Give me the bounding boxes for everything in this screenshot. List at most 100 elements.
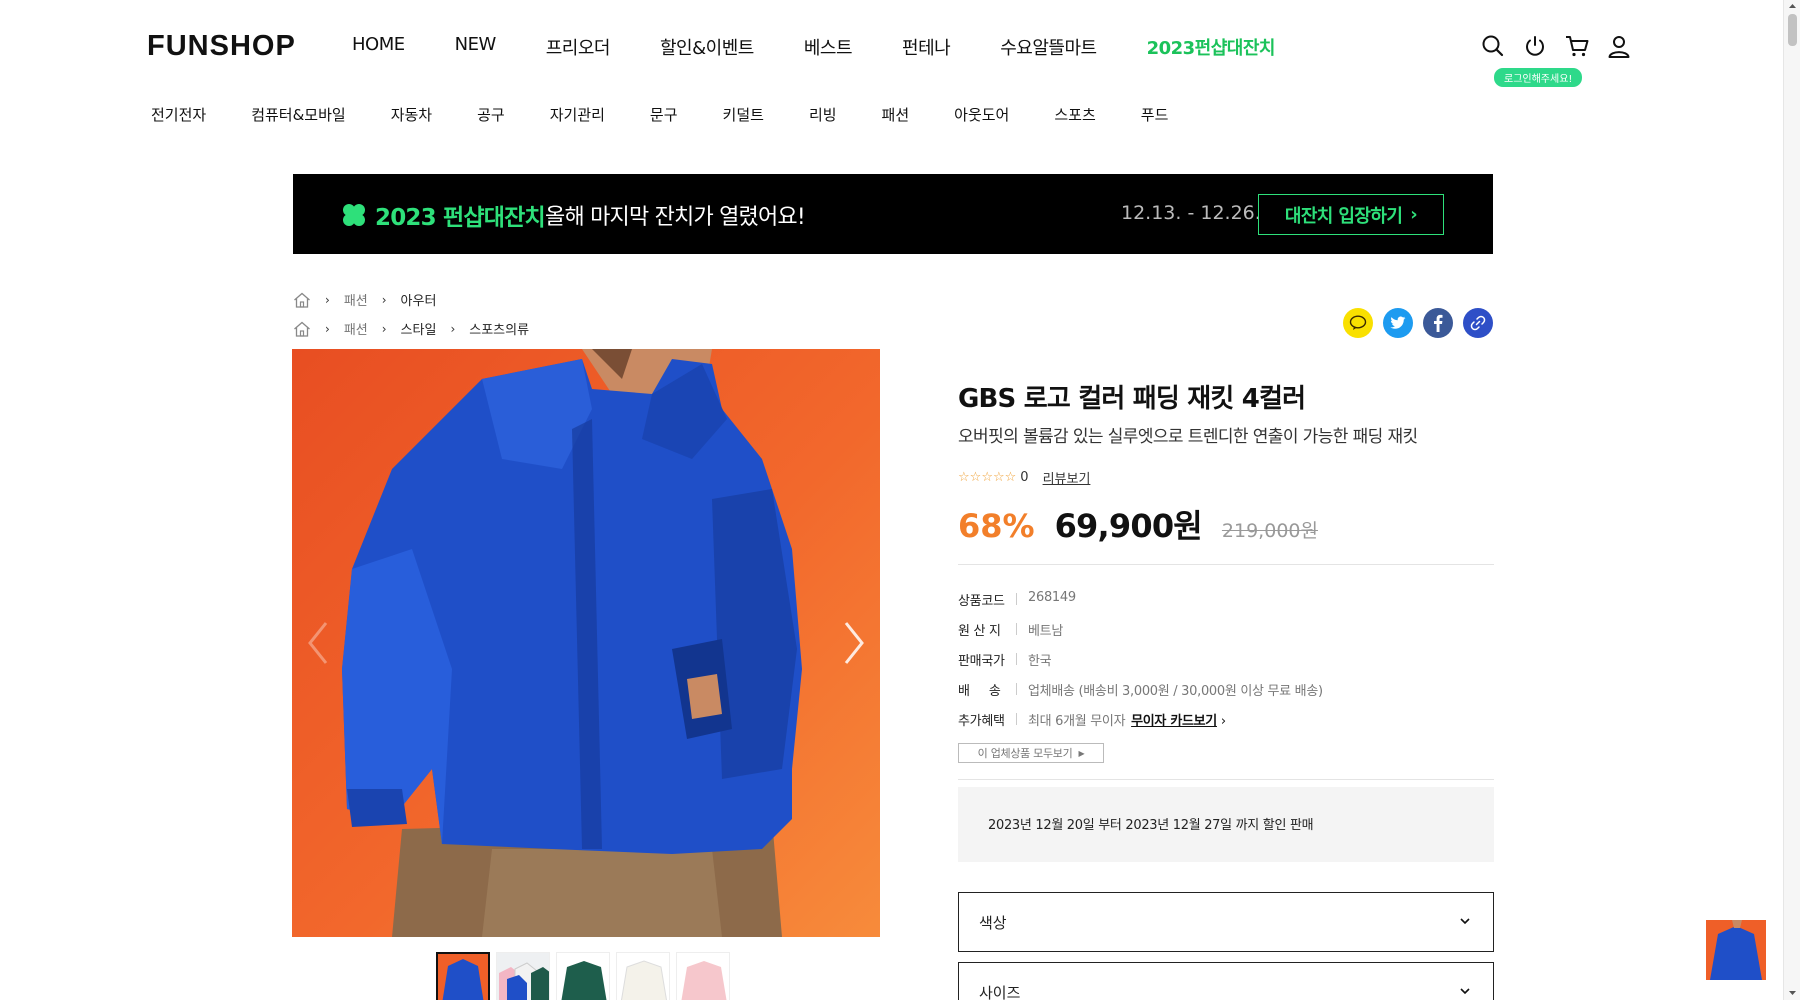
nav-wednesday-mart[interactable]: 수요알뜰마트 [1000,34,1097,60]
category-car[interactable]: 자동차 [391,104,432,125]
color-select-label: 색상 [979,913,1007,932]
review-link[interactable]: 리뷰보기 [1043,468,1091,487]
breadcrumb-item[interactable]: 아우터 [401,290,437,309]
breadcrumb: › 패션 › 아우터 [293,290,436,309]
breadcrumb-item[interactable]: 패션 [344,319,368,338]
vendor-products-button[interactable]: 이 업체상품 모두보기 ▶ [958,743,1104,763]
nav-best[interactable]: 베스트 [804,34,853,60]
thumbnail-green[interactable] [556,952,610,1000]
star-icon: ☆ [1004,470,1017,485]
funshop-logo[interactable]: FUNSHOP [147,30,296,63]
festival-banner[interactable]: 2023 펀샵대잔치 올해 마지막 잔치가 열렸어요! 12.13. - 12.… [293,174,1493,254]
nav-new[interactable]: NEW [455,34,497,60]
recent-view-thumbnail[interactable] [1706,920,1766,980]
category-sports[interactable]: 스포츠 [1054,104,1095,125]
review-count: 0 [1020,470,1029,485]
rating: ☆ ☆ ☆ ☆ ☆ 0 리뷰보기 [958,468,1090,487]
product-image[interactable] [292,349,880,937]
cart-icon[interactable] [1564,33,1590,59]
category-food[interactable]: 푸드 [1141,104,1169,125]
chevron-down-icon [1460,988,1470,995]
nav-funtenna[interactable]: 펀테나 [902,34,951,60]
nav-sale-event[interactable]: 할인&이벤트 [660,34,754,60]
banner-title: 2023 펀샵대잔치 [375,205,546,231]
category-nav: 전기전자 컴퓨터&모바일 자동차 공구 자기관리 문구 키덜트 리빙 패션 아웃… [151,104,1213,125]
spec-divider [1016,623,1017,635]
discount-rate: 68% [958,507,1035,545]
search-icon[interactable] [1480,33,1506,59]
category-tools[interactable]: 공구 [477,104,505,125]
category-fashion[interactable]: 패션 [882,104,910,125]
spec-row: 판매국가 한국 [958,650,1052,669]
twitter-icon[interactable] [1383,308,1413,338]
home-icon[interactable] [293,321,311,337]
color-select[interactable]: 색상 [958,892,1494,952]
category-computer-mobile[interactable]: 컴퓨터&모바일 [251,104,346,125]
category-living[interactable]: 리빙 [809,104,837,125]
sale-price: 69,900원 [1054,507,1203,545]
power-icon[interactable] [1522,33,1548,59]
share-buttons [1343,308,1493,338]
facebook-icon[interactable] [1423,308,1453,338]
festival-enter-button[interactable]: 대잔치 입장하기 › [1258,194,1444,235]
prev-image-arrow[interactable] [304,619,332,667]
user-icon[interactable] [1606,33,1632,59]
clover-icon [343,204,365,226]
scroll-up-arrow[interactable] [1788,2,1797,11]
category-kidult[interactable]: 키덜트 [723,104,764,125]
divider [958,564,1494,565]
chevron-right-icon: › [1410,204,1418,225]
spec-row: 추가혜택 최대 6개월 무이자 무이자 카드보기 › [958,710,1226,729]
kakaotalk-icon[interactable] [1343,308,1373,338]
scroll-down-arrow[interactable] [1788,988,1797,997]
spec-label: 배 송 [958,684,1001,699]
breadcrumb-item[interactable]: 패션 [344,290,368,309]
spec-label: 판매국가 [958,654,1005,669]
scrollbar-thumb[interactable] [1788,14,1797,46]
next-image-arrow[interactable] [840,619,868,667]
nav-preorder[interactable]: 프리오더 [546,34,611,60]
nav-home[interactable]: HOME [352,34,405,60]
scrollbar[interactable] [1783,0,1800,1000]
product-description: 오버핏의 볼륨감 있는 실루엣으로 트렌디한 연출이 가능한 패딩 재킷 [958,427,1418,447]
category-outdoor[interactable]: 아웃도어 [954,104,1009,125]
star-icon: ☆ [981,470,993,485]
product-photo [342,349,802,937]
link-icon[interactable] [1463,308,1493,338]
spec-divider [1016,683,1017,695]
spec-divider [1016,653,1017,665]
thumbnail-pink[interactable] [676,952,730,1000]
breadcrumb-separator: › [325,321,330,336]
category-stationery[interactable]: 문구 [650,104,678,125]
vendor-products-label: 이 업체상품 모두보기 [977,747,1073,760]
utility-icons [1480,33,1632,59]
card-benefit-link[interactable]: 무이자 카드보기 [1131,714,1217,729]
breadcrumb-item[interactable]: 스타일 [401,319,437,338]
main-nav: HOME NEW 프리오더 할인&이벤트 베스트 펀테나 수요알뜰마트 2023… [352,34,1325,60]
breadcrumb: › 패션 › 스타일 › 스포츠의류 [293,319,529,338]
price-block: 68% 69,900원 219,000원 [958,501,1318,547]
breadcrumb-item[interactable]: 스포츠의류 [469,319,529,338]
home-icon[interactable] [293,292,311,308]
thumbnail-group[interactable] [496,952,550,1000]
breadcrumb-separator: › [450,321,456,336]
breadcrumb-separator: › [381,321,387,336]
category-electronics[interactable]: 전기전자 [151,104,206,125]
sale-period-text: 2023년 12월 20일 부터 2023년 12월 27일 까지 할인 판매 [988,818,1314,833]
spec-value: 업체배송 (배송비 3,000원 / 30,000원 이상 무료 배송) [1028,684,1323,699]
star-icon: ☆ [969,470,982,485]
category-self-care[interactable]: 자기관리 [550,104,605,125]
spec-label: 원 산 지 [958,624,1001,639]
chevron-down-icon [1460,918,1470,925]
spec-value: 베트남 [1028,624,1063,639]
login-tooltip[interactable]: 로그인해주세요! [1494,68,1583,87]
benefit-text: 최대 6개월 무이자 [1028,714,1126,729]
thumbnail-blue[interactable] [436,952,490,1000]
product-name: GBS 로고 컬러 패딩 재킷 4컬러 [958,384,1306,414]
thumbnail-strip [436,952,730,1000]
spec-value: 최대 6개월 무이자 무이자 카드보기 › [1028,710,1226,729]
thumbnail-white[interactable] [616,952,670,1000]
star-icon: ☆ [992,470,1005,485]
size-select[interactable]: 사이즈 [958,962,1494,1000]
nav-2023-festival[interactable]: 2023펀샵대잔치 [1147,34,1276,60]
